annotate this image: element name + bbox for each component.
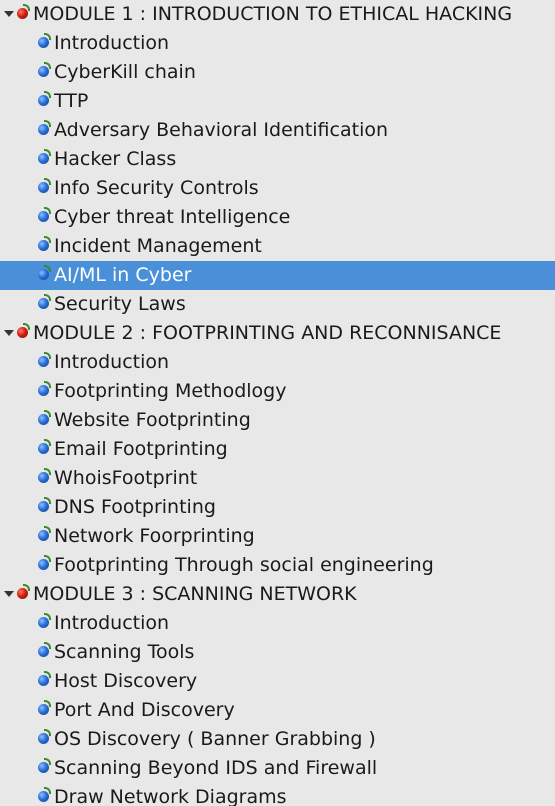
- blue-ball-icon: [38, 670, 51, 686]
- tree-item-introduction[interactable]: Introduction: [0, 609, 555, 638]
- tree-item-label: TTP: [54, 90, 89, 112]
- tree-item-label: Email Footprinting: [54, 438, 228, 460]
- module-title: MODULE 2 : FOOTPRINTING AND RECONNISANCE: [33, 322, 502, 344]
- module-1-node[interactable]: MODULE 1 : INTRODUCTION TO ETHICAL HACKI…: [0, 0, 555, 29]
- tree-item-label: Introduction: [54, 351, 170, 373]
- blue-ball-icon: [38, 699, 51, 715]
- blue-ball-icon: [38, 32, 51, 48]
- module-tree: MODULE 1 : INTRODUCTION TO ETHICAL HACKI…: [0, 0, 555, 806]
- tree-item-label: Port And Discovery: [54, 699, 235, 721]
- blue-ball-icon: [38, 786, 51, 802]
- blue-ball-icon: [38, 409, 51, 425]
- blue-ball-icon: [38, 641, 51, 657]
- tree-item-network-footprinting[interactable]: Network Foorprinting: [0, 522, 555, 551]
- tree-item-host-discovery[interactable]: Host Discovery: [0, 667, 555, 696]
- tree-item-label: Introduction: [54, 32, 170, 54]
- tree-item-label: Introduction: [54, 612, 170, 634]
- tree-item-social-engineering[interactable]: Footprinting Through social engineering: [0, 551, 555, 580]
- blue-ball-icon: [38, 119, 51, 135]
- blue-ball-icon: [38, 293, 51, 309]
- red-ball-icon: [17, 583, 30, 599]
- tree-item-label: Scanning Tools: [54, 641, 195, 663]
- blue-ball-icon: [38, 728, 51, 744]
- tree-item-label: OS Discovery ( Banner Grabbing ): [54, 728, 376, 750]
- tree-item-os-discovery[interactable]: OS Discovery ( Banner Grabbing ): [0, 725, 555, 754]
- tree-item-network-diagrams[interactable]: Draw Network Diagrams: [0, 783, 555, 806]
- red-ball-icon: [17, 3, 30, 19]
- blue-ball-icon: [38, 380, 51, 396]
- tree-item-introduction[interactable]: Introduction: [0, 29, 555, 58]
- expander-down-icon[interactable]: [4, 10, 14, 17]
- tree-item-label: Host Discovery: [54, 670, 198, 692]
- tree-item-ai-ml-selected[interactable]: AI/ML in Cyber: [0, 261, 555, 290]
- blue-ball-icon: [38, 61, 51, 77]
- module-title: MODULE 1 : INTRODUCTION TO ETHICAL HACKI…: [33, 3, 513, 25]
- expander-down-icon[interactable]: [4, 590, 14, 597]
- tree-item-dns-footprinting[interactable]: DNS Footprinting: [0, 493, 555, 522]
- tree-item-label: Footprinting Methodlogy: [54, 380, 287, 402]
- blue-ball-icon: [38, 438, 51, 454]
- tree-item-security-laws[interactable]: Security Laws: [0, 290, 555, 319]
- tree-item-label: Hacker Class: [54, 148, 177, 170]
- blue-ball-icon: [38, 525, 51, 541]
- tree-item-label: Incident Management: [54, 235, 262, 257]
- tree-item-label: Scanning Beyond IDS and Firewall: [54, 757, 378, 779]
- blue-ball-icon: [38, 612, 51, 628]
- tree-item-label: AI/ML in Cyber: [54, 264, 192, 286]
- module-3-node[interactable]: MODULE 3 : SCANNING NETWORK: [0, 580, 555, 609]
- tree-item-scanning-tools[interactable]: Scanning Tools: [0, 638, 555, 667]
- module-2-node[interactable]: MODULE 2 : FOOTPRINTING AND RECONNISANCE: [0, 319, 555, 348]
- tree-item-cyberkill-chain[interactable]: CyberKill chain: [0, 58, 555, 87]
- module-title: MODULE 3 : SCANNING NETWORK: [33, 583, 357, 605]
- tree-item-incident-mgmt[interactable]: Incident Management: [0, 232, 555, 261]
- blue-ball-icon: [38, 554, 51, 570]
- tree-item-email-footprinting[interactable]: Email Footprinting: [0, 435, 555, 464]
- tree-item-port-discovery[interactable]: Port And Discovery: [0, 696, 555, 725]
- tree-item-label: Website Footprinting: [54, 409, 251, 431]
- tree-item-ttp[interactable]: TTP: [0, 87, 555, 116]
- tree-item-label: WhoisFootprint: [54, 467, 198, 489]
- blue-ball-icon: [38, 496, 51, 512]
- blue-ball-icon: [38, 206, 51, 222]
- tree-item-label: DNS Footprinting: [54, 496, 216, 518]
- tree-item-label: Draw Network Diagrams: [54, 786, 287, 806]
- blue-ball-icon: [38, 177, 51, 193]
- tree-item-introduction[interactable]: Introduction: [0, 348, 555, 377]
- blue-ball-icon: [38, 148, 51, 164]
- tree-item-label: Security Laws: [54, 293, 186, 315]
- blue-ball-icon: [38, 351, 51, 367]
- red-ball-icon: [17, 322, 30, 338]
- tree-item-label: CyberKill chain: [54, 61, 196, 83]
- blue-ball-icon: [38, 467, 51, 483]
- tree-item-label: Info Security Controls: [54, 177, 259, 199]
- tree-item-adversary[interactable]: Adversary Behavioral Identification: [0, 116, 555, 145]
- blue-ball-icon: [38, 757, 51, 773]
- tree-item-threat-intel[interactable]: Cyber threat Intelligence: [0, 203, 555, 232]
- tree-item-hacker-class[interactable]: Hacker Class: [0, 145, 555, 174]
- tree-item-label: Adversary Behavioral Identification: [54, 119, 389, 141]
- tree-item-info-security[interactable]: Info Security Controls: [0, 174, 555, 203]
- blue-ball-icon: [38, 264, 51, 280]
- tree-item-footprinting-methodology[interactable]: Footprinting Methodlogy: [0, 377, 555, 406]
- expander-down-icon[interactable]: [4, 329, 14, 336]
- blue-ball-icon: [38, 90, 51, 106]
- tree-item-whois[interactable]: WhoisFootprint: [0, 464, 555, 493]
- tree-item-label: Footprinting Through social engineering: [54, 554, 434, 576]
- tree-item-website-footprinting[interactable]: Website Footprinting: [0, 406, 555, 435]
- tree-item-label: Network Foorprinting: [54, 525, 255, 547]
- tree-item-label: Cyber threat Intelligence: [54, 206, 291, 228]
- tree-item-scanning-beyond-ids[interactable]: Scanning Beyond IDS and Firewall: [0, 754, 555, 783]
- blue-ball-icon: [38, 235, 51, 251]
